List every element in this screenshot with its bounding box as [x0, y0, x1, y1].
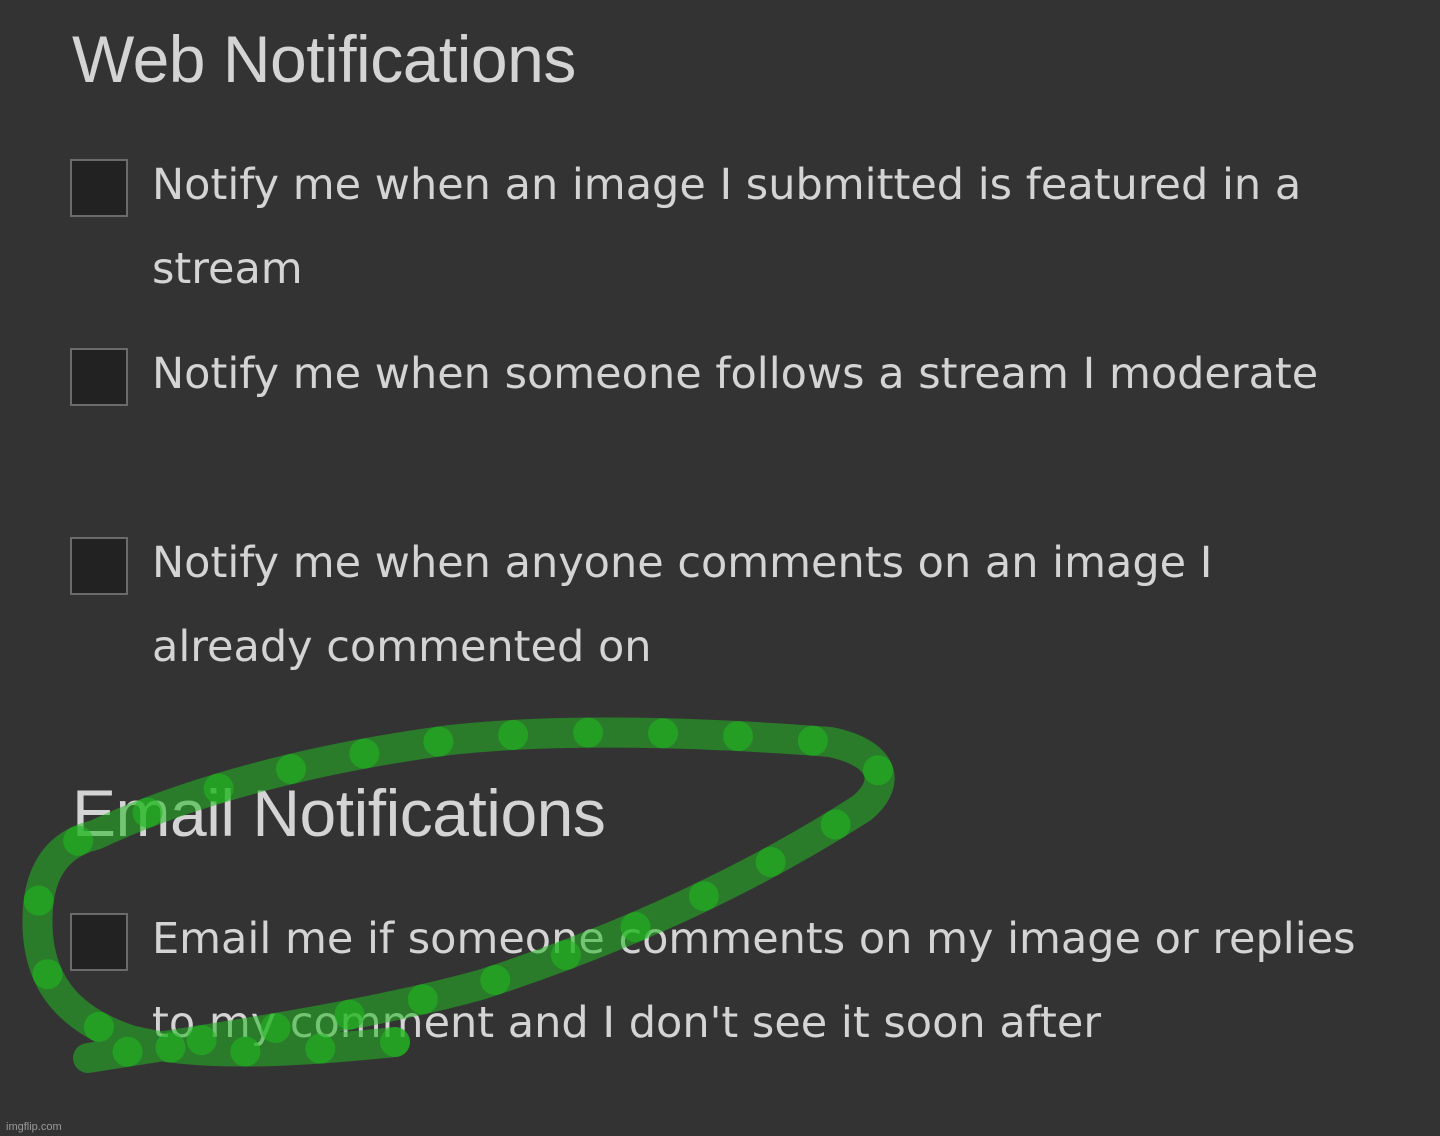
featured-checkbox[interactable] [70, 159, 128, 217]
annotation-dot [423, 726, 454, 757]
imgflip-watermark: imgflip.com [6, 1121, 62, 1133]
annotation-dot [349, 738, 380, 769]
email-checkbox[interactable] [70, 913, 128, 971]
annotation-dot [498, 719, 529, 750]
annotation-dot [573, 717, 604, 748]
annotation-dot [648, 718, 679, 749]
follows-checkbox[interactable] [70, 348, 128, 406]
comments-checkbox[interactable] [70, 537, 128, 595]
annotation-dot [23, 885, 54, 916]
annotation-dot [820, 809, 851, 840]
web-notifications-title: Web Notifications [72, 22, 576, 96]
comments-label[interactable]: Notify me when anyone comments on an ima… [152, 521, 1362, 689]
annotation-dot [863, 755, 894, 786]
annotation-dot [32, 959, 63, 990]
annotation-dot [83, 1011, 114, 1042]
email-label[interactable]: Email me if someone comments on my image… [152, 897, 1362, 1065]
annotation-dot [112, 1036, 143, 1067]
email-notifications-title: Email Notifications [72, 776, 606, 850]
featured-label[interactable]: Notify me when an image I submitted is f… [152, 143, 1362, 311]
follows-label[interactable]: Notify me when someone follows a stream … [152, 332, 1362, 416]
annotation-dot [722, 721, 753, 752]
annotation-dot [797, 725, 828, 756]
annotation-dot [755, 846, 786, 877]
